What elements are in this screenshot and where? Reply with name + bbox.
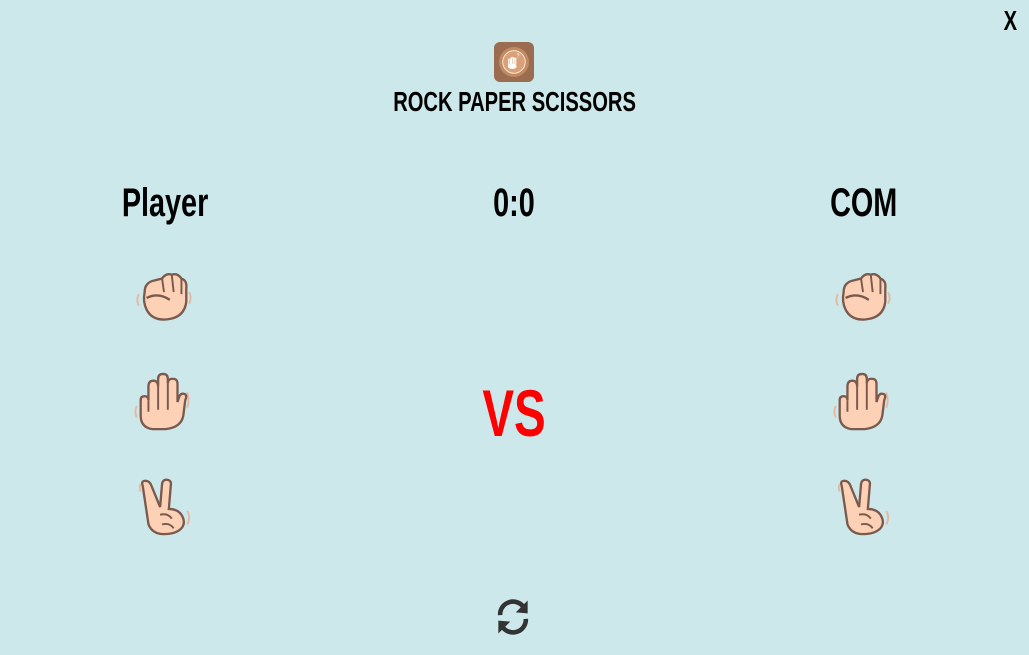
com-scissors-button[interactable] xyxy=(830,474,896,540)
app-logo-icon: ? xyxy=(494,42,534,82)
com-paper-button[interactable] xyxy=(828,369,894,435)
svg-text:?: ? xyxy=(517,54,520,60)
score-display: 0:0 xyxy=(493,181,535,225)
com-label: COM xyxy=(830,181,898,225)
game-title: ROCK PAPER SCISSORS xyxy=(393,86,636,117)
refresh-icon xyxy=(497,599,529,635)
player-label: Player xyxy=(121,181,209,225)
reset-button[interactable] xyxy=(490,594,536,640)
paper-hand-icon xyxy=(134,372,190,431)
close-button[interactable]: X xyxy=(997,4,1023,38)
rock-hand-icon xyxy=(136,273,192,321)
scissors-hand-icon xyxy=(837,478,890,536)
vs-label: VS xyxy=(482,376,546,450)
close-label: X xyxy=(1003,5,1017,36)
player-paper-button[interactable] xyxy=(129,369,195,435)
scissors-hand-icon xyxy=(138,478,191,536)
rock-hand-icon xyxy=(835,273,891,321)
player-scissors-button[interactable] xyxy=(131,474,197,540)
com-rock-button[interactable] xyxy=(830,263,896,329)
paper-hand-icon xyxy=(833,372,889,431)
player-rock-button[interactable] xyxy=(131,263,197,329)
